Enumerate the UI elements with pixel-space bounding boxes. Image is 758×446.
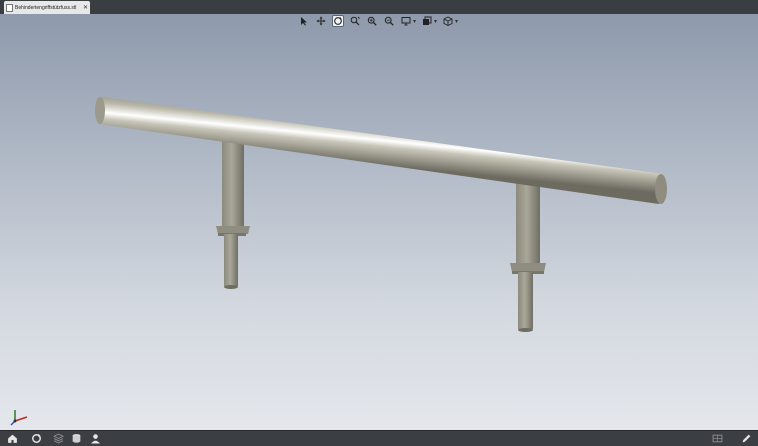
axis-triad-icon (10, 410, 28, 426)
status-bar (0, 430, 758, 446)
horizontal-bar (95, 96, 667, 204)
visual-style-icon[interactable] (421, 15, 433, 27)
zoom-icon[interactable] (383, 15, 395, 27)
display-mode-caret[interactable]: ▾ (413, 18, 416, 25)
pencil-icon[interactable] (738, 432, 754, 445)
home-icon[interactable] (4, 432, 20, 445)
visual-style-caret[interactable]: ▾ (434, 18, 437, 25)
navigation-toolbar: ▾ ▾ ▾ (298, 14, 458, 28)
layers-icon[interactable] (50, 432, 66, 445)
rotate-icon[interactable] (332, 15, 344, 27)
left-support (216, 140, 250, 289)
view-cube-caret[interactable]: ▾ (455, 18, 458, 25)
sync-icon[interactable] (28, 432, 44, 445)
select-icon[interactable] (298, 15, 310, 27)
view-cube-icon[interactable] (442, 15, 454, 27)
pan-icon[interactable] (315, 15, 327, 27)
grid-icon[interactable] (709, 432, 725, 445)
display-mode-icon[interactable] (400, 15, 412, 27)
user-icon[interactable] (87, 432, 103, 445)
database-icon[interactable] (68, 432, 84, 445)
zoom-window-icon[interactable] (366, 15, 378, 27)
grab-bar-model[interactable] (0, 0, 758, 445)
right-support (510, 178, 546, 332)
look-at-icon[interactable] (349, 15, 361, 27)
